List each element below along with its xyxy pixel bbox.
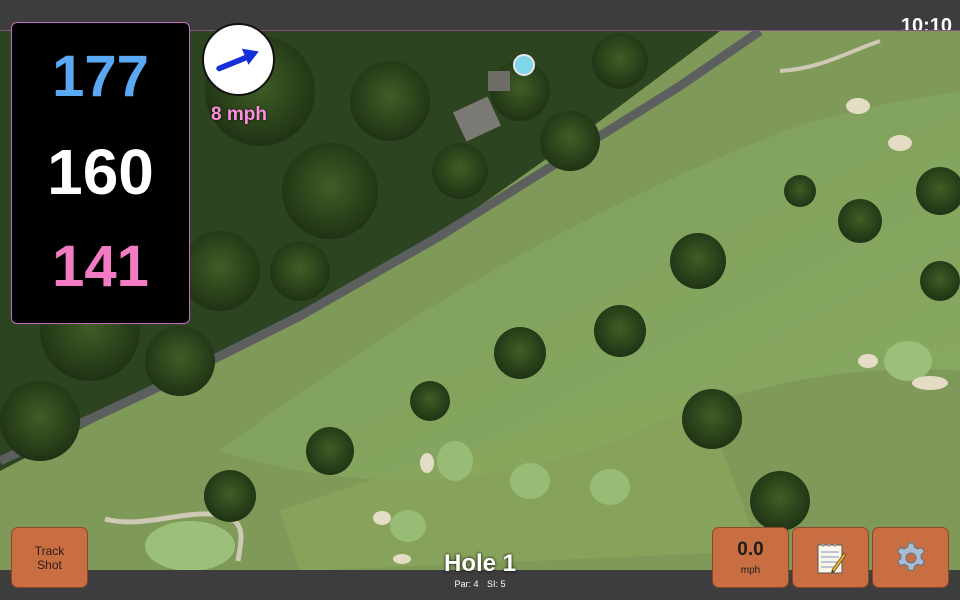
distance-panel: 177 160 141 — [11, 22, 190, 324]
speed-unit: mph — [740, 565, 761, 576]
track-shot-button[interactable]: Track Shot — [11, 527, 88, 588]
hole-info: Hole 1 Par: 4 SI: 5 — [380, 550, 580, 589]
hole-meta: Par: 4 SI: 5 — [380, 579, 580, 589]
settings-button[interactable] — [872, 527, 949, 588]
golf-gps-screen: 10:10 177 160 141 8 mph Track Shot Hole … — [0, 0, 960, 600]
notes-button[interactable] — [792, 527, 869, 588]
speed-button[interactable]: 0.0 mph — [712, 527, 789, 588]
wind-speed-label: 8 mph — [211, 104, 267, 125]
notepad-icon — [817, 542, 847, 573]
track-shot-label-line2: Shot — [37, 557, 62, 572]
track-shot-label-line1: Track — [34, 543, 65, 558]
wind-indicator — [202, 23, 275, 96]
hole-title: Hole 1 — [443, 550, 517, 577]
hole-par: Par: 4 — [454, 579, 479, 589]
hole-stroke-index: SI: 5 — [487, 579, 506, 589]
gear-icon — [896, 542, 925, 571]
middle-distance: 160 — [47, 136, 154, 208]
speed-value: 0.0 — [737, 539, 764, 560]
front-distance: 141 — [52, 234, 149, 299]
back-distance: 177 — [52, 44, 149, 109]
wind-arrow-icon — [216, 48, 259, 72]
